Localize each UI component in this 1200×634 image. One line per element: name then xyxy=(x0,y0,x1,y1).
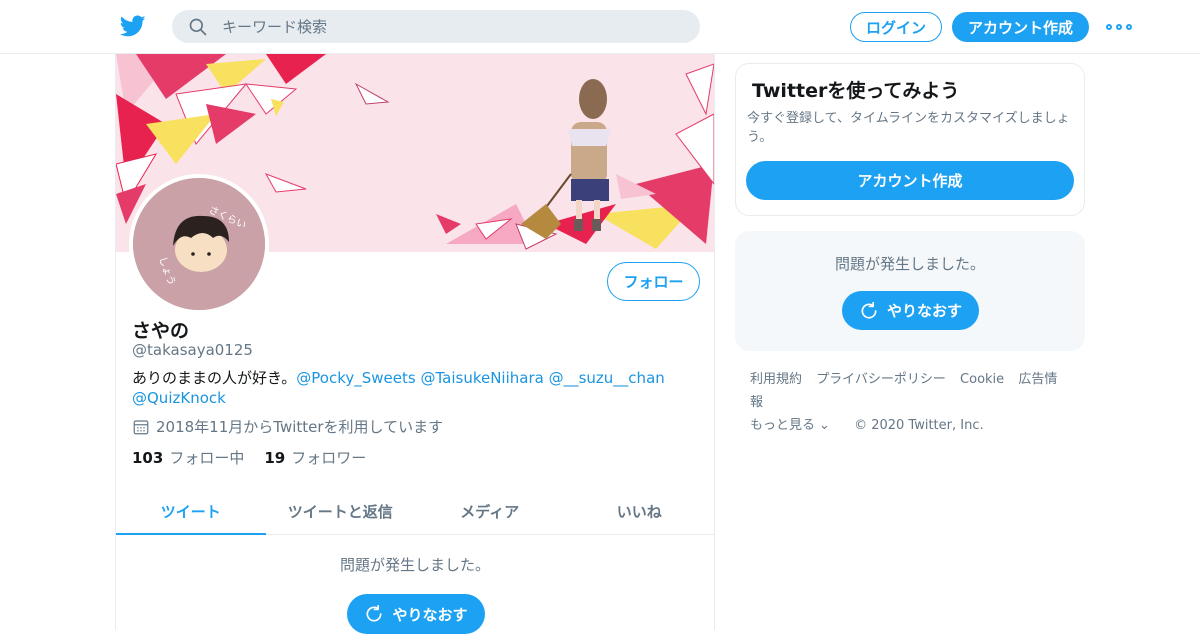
refresh-icon xyxy=(861,301,877,319)
top-bar: ログイン アカウント作成 xyxy=(0,0,1200,54)
followers-count: 19 xyxy=(264,449,286,467)
footer-link-cookie[interactable]: Cookie xyxy=(960,372,1004,387)
search-icon xyxy=(189,18,207,35)
footer-link-privacy[interactable]: プライバシーポリシー xyxy=(816,372,946,387)
bio-mention-link[interactable]: @TaisukeNiihara xyxy=(420,369,543,387)
profile-stats: 103 フォロー中 19 フォロワー xyxy=(132,447,386,468)
chevron-down-icon: ⌄ xyxy=(819,418,830,433)
footer-second-row: もっと見る ⌄ © 2020 Twitter, Inc. xyxy=(750,414,1080,437)
following-count: 103 xyxy=(132,449,164,467)
followers-label: フォロワー xyxy=(291,449,367,467)
footer-link-terms[interactable]: 利用規約 xyxy=(750,372,802,387)
joined-date: 2018年11月からTwitterを利用しています xyxy=(132,416,443,437)
sidebar-error-message: 問題が発生しました。 xyxy=(834,255,985,273)
timeline-error-message: 問題が発生しました。 xyxy=(339,556,490,574)
timeline-error: 問題が発生しました。 xyxy=(116,554,714,575)
footer-links-row: 利用規約 プライバシーポリシー Cookie 広告情報 xyxy=(750,368,1080,414)
calendar-icon xyxy=(133,419,149,434)
search-box[interactable] xyxy=(172,10,700,43)
following-label: フォロー中 xyxy=(169,449,245,467)
bio-text: ありのままの人が好き。 xyxy=(132,369,297,387)
tab-tweets[interactable]: ツイート xyxy=(116,488,266,535)
signup-card-button[interactable]: アカウント作成 xyxy=(746,161,1074,200)
footer-more-label: もっと見る xyxy=(750,418,816,433)
tab-tweets-and-replies[interactable]: ツイートと返信 xyxy=(266,488,416,534)
followers-stat[interactable]: 19 フォロワー xyxy=(264,447,366,468)
signup-card: Twitterを使ってみよう 今すぐ登録して、タイムラインをカスタマイズしましょ… xyxy=(735,63,1085,216)
sidebar-retry-button[interactable]: やりなおす xyxy=(842,291,979,330)
search-input[interactable] xyxy=(222,17,662,36)
footer-copyright: © 2020 Twitter, Inc. xyxy=(854,418,984,433)
tab-likes[interactable]: いいね xyxy=(565,488,715,534)
bio-mention-link[interactable]: @Pocky_Sweets xyxy=(296,369,415,387)
tab-media[interactable]: メディア xyxy=(415,488,565,534)
more-options-icon[interactable] xyxy=(1106,19,1132,35)
profile-name: さやの xyxy=(132,320,190,342)
profile-tabs: ツイート ツイートと返信 メディア いいね xyxy=(116,488,714,535)
twitter-logo-icon[interactable] xyxy=(119,13,147,39)
signup-card-title: Twitterを使ってみよう xyxy=(752,80,960,102)
avatar-illustration: さくらい しょう xyxy=(133,178,265,310)
signup-card-text: 今すぐ登録して、タイムラインをカスタマイズしましょう。 xyxy=(747,111,1070,145)
signup-button[interactable]: アカウント作成 xyxy=(952,12,1089,42)
following-stat[interactable]: 103 フォロー中 xyxy=(132,447,244,468)
sidebar-retry-label: やりなおす xyxy=(886,302,962,320)
profile-handle[interactable]: @takasaya0125 xyxy=(132,341,253,359)
joined-text: 2018年11月からTwitterを利用しています xyxy=(156,418,444,436)
timeline-retry-button[interactable]: やりなおす xyxy=(347,594,485,634)
avatar[interactable]: さくらい しょう xyxy=(129,174,269,314)
bio-mention-link[interactable]: @QuizKnock xyxy=(132,389,226,407)
footer-more-link[interactable]: もっと見る ⌄ xyxy=(750,418,840,433)
timeline-retry-label: やりなおす xyxy=(392,605,468,624)
profile-column: さくらい しょう フォロー さやの @takasaya0125 ありのままの人が… xyxy=(115,54,715,634)
refresh-icon xyxy=(366,604,382,622)
sidebar-error-card: 問題が発生しました。 やりなおす xyxy=(735,231,1085,351)
login-button[interactable]: ログイン xyxy=(850,12,942,42)
bio-mention-link[interactable]: @__suzu__chan xyxy=(549,369,665,387)
follow-button[interactable]: フォロー xyxy=(607,262,700,301)
footer: 利用規約 プライバシーポリシー Cookie 広告情報 もっと見る ⌄ © 202… xyxy=(750,368,1080,437)
profile-bio: ありのままの人が好き。@Pocky_Sweets @TaisukeNiihara… xyxy=(132,368,692,408)
